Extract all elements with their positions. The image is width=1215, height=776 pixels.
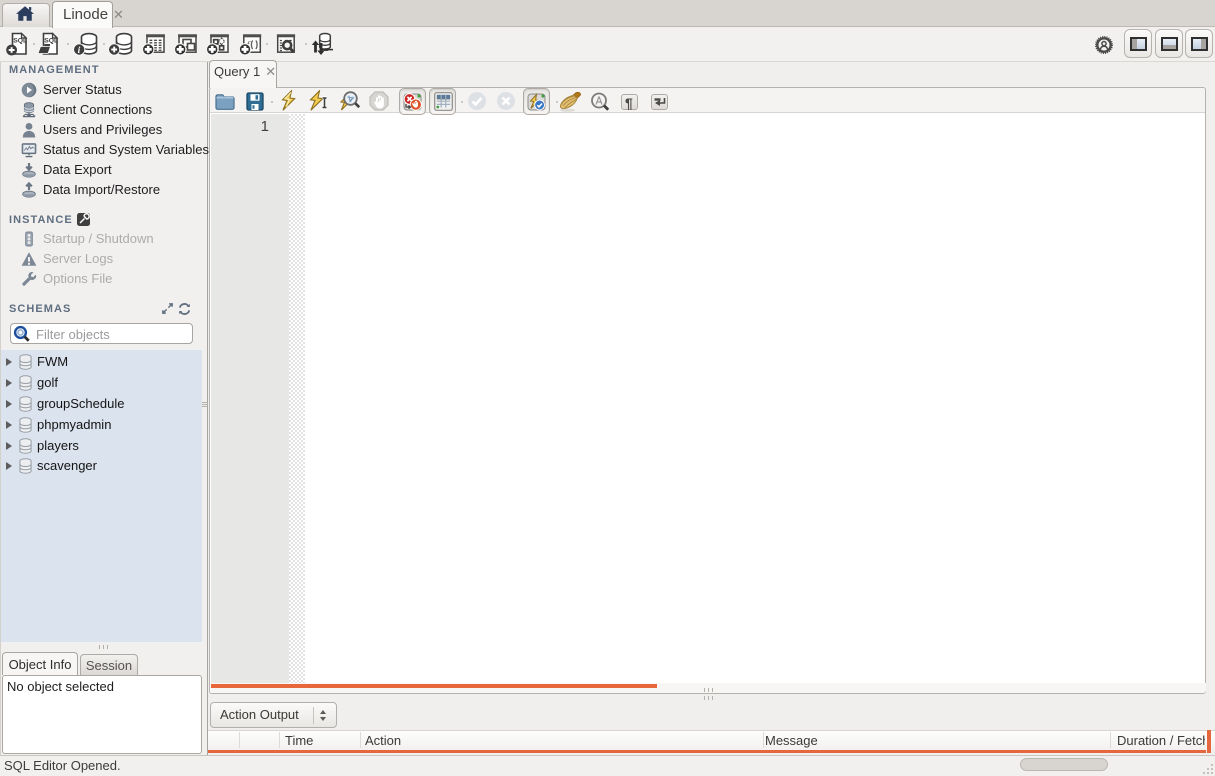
svg-text:SQL: SQL: [44, 38, 58, 45]
svg-text:SQL: SQL: [13, 38, 27, 45]
svg-text:i: i: [78, 46, 81, 56]
